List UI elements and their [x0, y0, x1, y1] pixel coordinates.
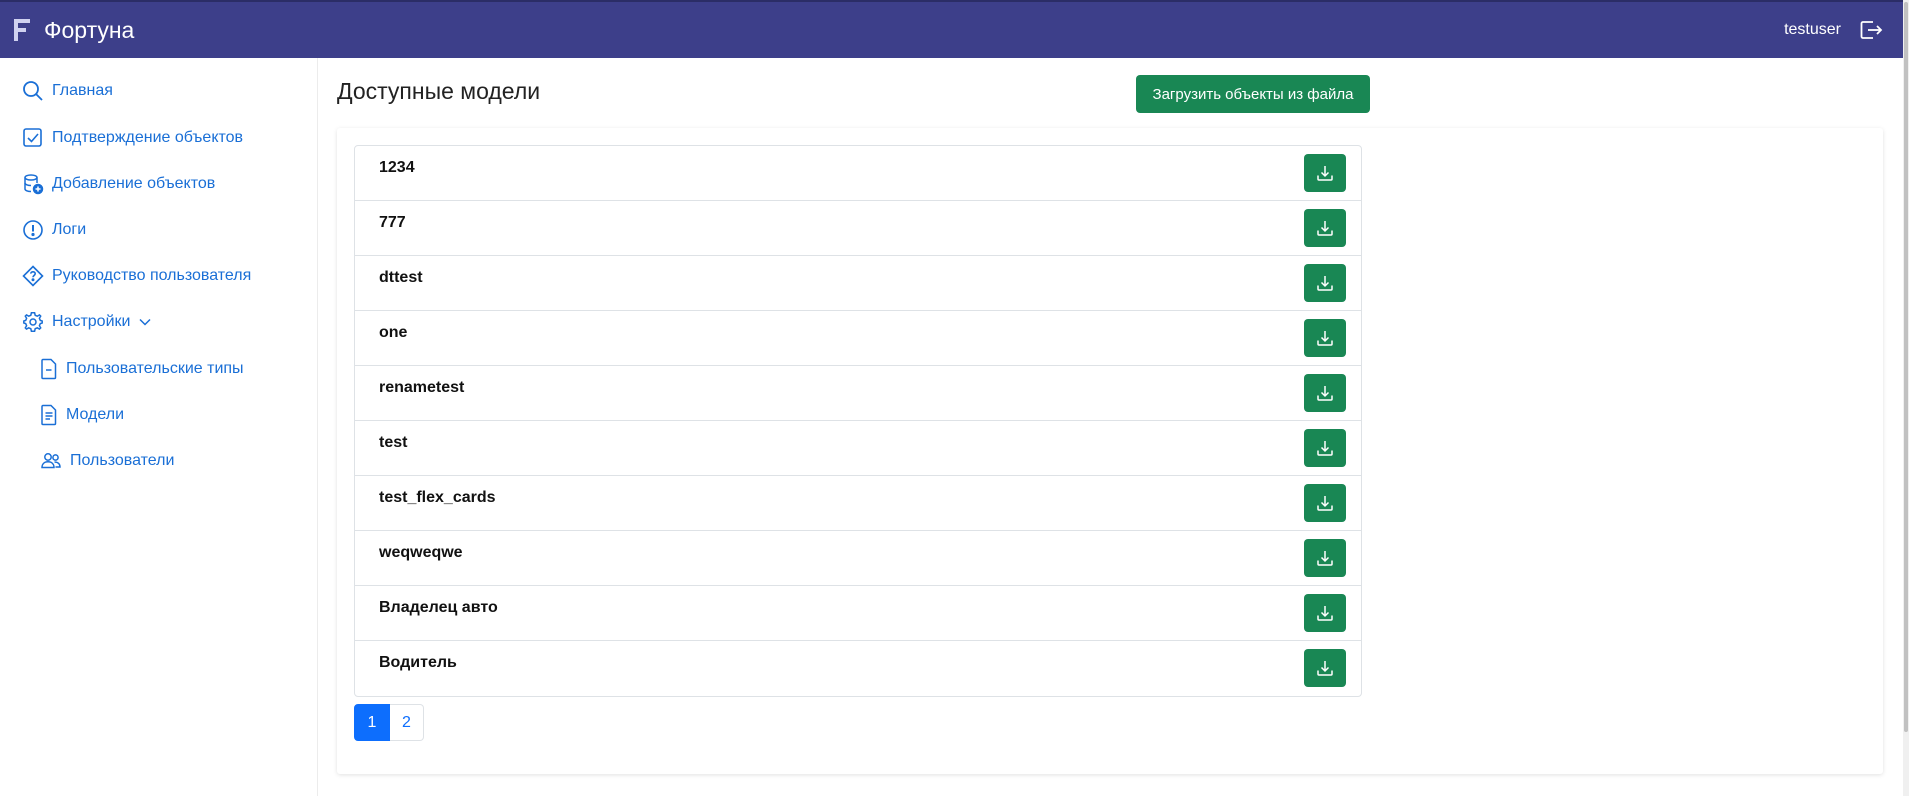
brand[interactable]: Фортуна [14, 17, 134, 44]
main-content: Доступные модели Загрузить объекты из фа… [319, 58, 1903, 796]
sidebar-item-models[interactable]: Модели [40, 404, 124, 426]
model-name: Владелец авто [379, 599, 498, 616]
model-name: renametest [379, 379, 465, 396]
list-item: weqweqwe [355, 531, 1361, 586]
download-button[interactable] [1304, 594, 1346, 632]
download-button[interactable] [1304, 209, 1346, 247]
sidebar-item-confirm-objects[interactable]: Подтверждение объектов [22, 127, 243, 149]
download-button[interactable] [1304, 484, 1346, 522]
list-item: 777 [355, 201, 1361, 256]
download-icon [1317, 496, 1333, 511]
model-name: dttest [379, 269, 423, 286]
sidebar-item-label: Пользовательские типы [66, 360, 244, 377]
model-name: test_flex_cards [379, 489, 496, 506]
list-item: dttest [355, 256, 1361, 311]
download-button[interactable] [1304, 374, 1346, 412]
sidebar-item-settings[interactable]: Настройки [22, 311, 160, 333]
exclamation-circle-icon [23, 220, 43, 240]
model-name: 777 [379, 214, 406, 231]
file-minus-icon [41, 358, 57, 380]
sidebar-item-label: Главная [52, 82, 113, 99]
sidebar-item-label: Подтверждение объектов [52, 129, 244, 146]
list-item: Водитель [355, 641, 1361, 696]
download-button[interactable] [1304, 154, 1346, 192]
page-title: Доступные модели [337, 78, 541, 104]
scrollbar[interactable] [1903, 0, 1909, 796]
download-icon [1317, 221, 1333, 236]
sidebar-item-home[interactable]: Главная [22, 80, 113, 102]
download-icon [1317, 441, 1333, 456]
download-icon [1317, 166, 1333, 181]
list-item: Владелец авто [355, 586, 1361, 641]
pagination: 1 2 [354, 704, 424, 741]
download-icon [1317, 386, 1333, 401]
chevron-down-icon[interactable] [138, 315, 152, 329]
search-icon [23, 81, 43, 101]
sidebar-item-label: Настройки [52, 313, 131, 330]
download-icon [1317, 551, 1333, 566]
sidebar-item-users[interactable]: Пользователи [40, 450, 174, 472]
download-button[interactable] [1304, 539, 1346, 577]
app-title: Фортуна [44, 16, 135, 43]
sidebar: Главная Подтверждение объектов Добавлени… [0, 58, 318, 796]
list-item: renametest [355, 366, 1361, 421]
file-text-icon [41, 404, 57, 426]
sidebar-item-add-objects[interactable]: Добавление объектов [22, 173, 215, 195]
scrollbar-thumb[interactable] [1904, 2, 1908, 732]
top-navbar: Фортуна testuser [0, 0, 1903, 58]
list-item: test [355, 421, 1361, 476]
download-button[interactable] [1304, 429, 1346, 467]
sidebar-item-label: Добавление объектов [52, 175, 216, 192]
sidebar-item-label: Руководство пользователя [52, 267, 252, 284]
database-add-icon [24, 174, 44, 195]
model-name: one [379, 324, 408, 341]
download-button[interactable] [1304, 319, 1346, 357]
logout-icon[interactable] [1859, 19, 1883, 41]
download-icon [1317, 661, 1333, 676]
people-icon [41, 453, 61, 469]
sidebar-item-label: Модели [66, 406, 125, 423]
download-button[interactable] [1304, 649, 1346, 687]
download-icon [1317, 606, 1333, 621]
page-button-1[interactable]: 1 [354, 704, 390, 741]
sidebar-item-user-guide[interactable]: Руководство пользователя [22, 265, 251, 287]
download-button[interactable] [1304, 264, 1346, 302]
download-icon [1317, 276, 1333, 291]
model-name: 1234 [379, 159, 415, 176]
list-item: 1234 [355, 146, 1361, 201]
sidebar-item-label: Логи [52, 221, 87, 238]
model-name: test [379, 434, 408, 451]
question-diamond-icon [22, 265, 44, 287]
models-list: 1234 777 dttest one renametest test test_flex_… [354, 145, 1362, 697]
page-button-2[interactable]: 2 [390, 704, 424, 741]
upload-objects-button[interactable]: Загрузить объекты из файла [1136, 75, 1370, 113]
sidebar-item-logs[interactable]: Логи [22, 219, 86, 241]
username: testuser [1784, 21, 1841, 38]
sidebar-item-label: Пользователи [70, 452, 175, 469]
download-icon [1317, 331, 1333, 346]
model-name: Водитель [379, 654, 457, 671]
gear-icon [23, 312, 43, 332]
checkbox-icon [23, 128, 42, 147]
list-item: test_flex_cards [355, 476, 1361, 531]
sidebar-item-custom-types[interactable]: Пользовательские типы [40, 358, 244, 380]
model-name: weqweqwe [379, 544, 463, 561]
fortuna-logo-icon [14, 19, 32, 41]
list-item: one [355, 311, 1361, 366]
